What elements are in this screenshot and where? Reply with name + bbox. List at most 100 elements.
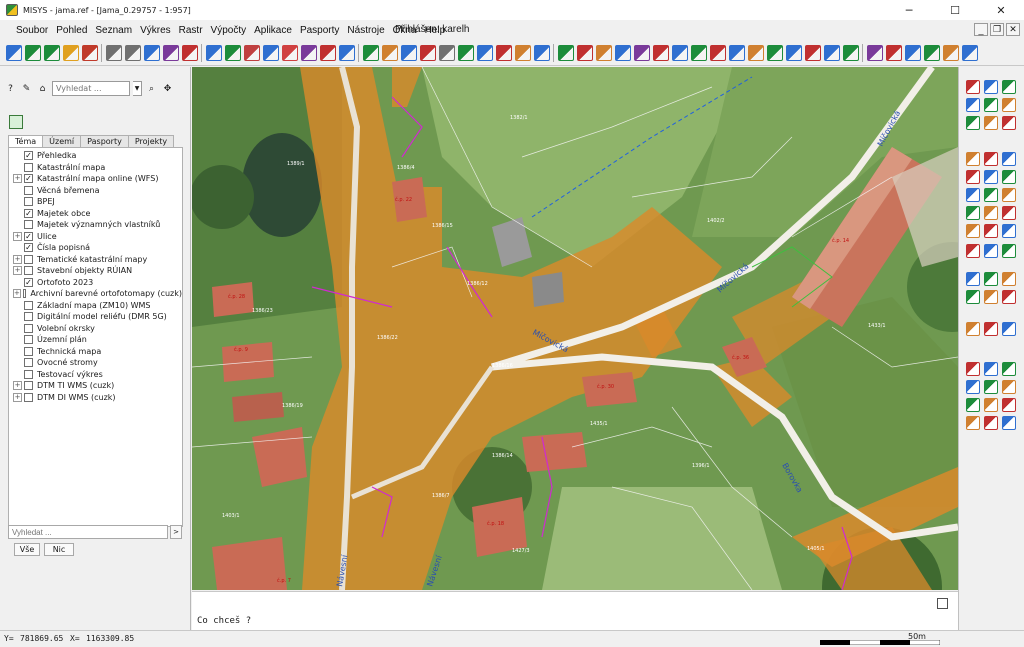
tool-icon[interactable] [966,80,980,94]
command-maximize-button[interactable] [937,598,948,609]
toolbar-icon[interactable] [615,45,631,61]
toolbar-icon[interactable] [477,45,493,61]
toolbar-icon[interactable] [244,45,260,61]
tool-icon[interactable] [984,188,998,202]
layer-row[interactable]: Testovací výkres [9,369,182,381]
toolbar-icon[interactable] [458,45,474,61]
toolbar-icon[interactable] [82,45,98,61]
tool-icon[interactable] [1002,272,1016,286]
tool-icon[interactable] [984,398,998,412]
layer-checkbox[interactable] [24,369,33,379]
expand-icon[interactable]: + [13,289,21,299]
toolbar-icon[interactable] [534,45,550,61]
toolbar-icon[interactable] [401,45,417,61]
toolbar-icon[interactable] [125,45,141,61]
layer-checkbox[interactable]: ✓ [24,174,33,184]
tool-icon[interactable] [966,170,980,184]
mdi-minimize-button[interactable]: _ [974,23,988,36]
map-view[interactable]: Míčovická Míčovická Míčovická Borovka Ná… [192,67,958,590]
toolbar-icon[interactable] [382,45,398,61]
toolbar-icon[interactable] [786,45,802,61]
tool-icon[interactable] [984,322,998,336]
toolbar-icon[interactable] [106,45,122,61]
layer-row[interactable]: + Tematické katastrální mapy [9,254,182,266]
tool-icon[interactable] [1002,170,1016,184]
layer-checkbox[interactable] [24,358,33,368]
toolbar-icon[interactable] [339,45,355,61]
tool-icon[interactable] [966,188,980,202]
tool-icon[interactable] [1002,290,1016,304]
tool-icon[interactable] [1002,206,1016,220]
expand-icon[interactable]: + [13,381,22,391]
tool-icon[interactable] [1002,152,1016,166]
tool-icon[interactable] [984,416,998,430]
toolbar-icon[interactable] [943,45,959,61]
toolbar-icon[interactable] [301,45,317,61]
command-prompt[interactable]: Co chceš ? [197,616,251,626]
layer-row[interactable]: ✓ Čísla popisná [9,242,182,254]
toolbar-icon[interactable] [6,45,22,61]
tool-icon[interactable] [984,116,998,130]
select-none-button[interactable]: Nic [44,543,74,556]
toolbar-icon[interactable] [496,45,512,61]
tool-icon[interactable] [984,80,998,94]
menu-vykres[interactable]: Výkres [136,25,175,36]
layer-row[interactable]: Věcná břemena [9,185,182,197]
tool-icon[interactable] [966,116,980,130]
menu-nastroje[interactable]: Nástroje [343,25,388,36]
tool-icon[interactable] [984,206,998,220]
tool-icon[interactable] [1002,224,1016,238]
menu-aplikace[interactable]: Aplikace [250,25,296,36]
tool-icon[interactable] [1002,116,1016,130]
tool-icon[interactable] [1002,362,1016,376]
menu-pasporty[interactable]: Pasporty [296,25,343,36]
toolbar-icon[interactable] [44,45,60,61]
layer-checkbox[interactable] [24,162,33,172]
expand-icon[interactable]: + [13,266,22,276]
tool-icon[interactable] [984,170,998,184]
toolbar-icon[interactable] [905,45,921,61]
toolbar-icon[interactable] [263,45,279,61]
toolbar-icon[interactable] [924,45,940,61]
toolbar-icon[interactable] [25,45,41,61]
tool-icon[interactable] [966,362,980,376]
toolbar-icon[interactable] [767,45,783,61]
layer-checkbox[interactable] [24,300,33,310]
tool-icon[interactable] [966,398,980,412]
layer-checkbox[interactable] [24,266,33,276]
toolbar-icon[interactable] [206,45,222,61]
layer-row[interactable]: ✓ Majetek obce [9,208,182,220]
tool-icon[interactable] [1002,416,1016,430]
toolbar-icon[interactable] [672,45,688,61]
tool-icon[interactable] [966,380,980,394]
help-icon[interactable]: ? [4,82,17,95]
toolbar-icon[interactable] [515,45,531,61]
toolbar-icon[interactable] [748,45,764,61]
layer-checkbox[interactable] [24,197,33,207]
layer-search-input[interactable] [52,81,130,96]
toolbar-icon[interactable] [420,45,436,61]
tool-icon[interactable] [1002,98,1016,112]
mdi-restore-button[interactable]: ❐ [990,23,1004,36]
toolbar-icon[interactable] [867,45,883,61]
layer-checkbox[interactable] [24,254,33,264]
layer-row[interactable]: Základní mapa (ZM10) WMS [9,300,182,312]
layer-row[interactable]: + Stavební objekty RÚIAN [9,265,182,277]
toolbar-icon[interactable] [320,45,336,61]
home-icon[interactable]: ⌂ [36,82,49,95]
layer-checkbox[interactable]: ✓ [24,243,33,253]
layer-checkbox[interactable]: ✓ [24,208,33,218]
toolbar-icon[interactable] [577,45,593,61]
toolbar-icon[interactable] [282,45,298,61]
bottom-search-button[interactable]: > [170,525,182,539]
toolbar-icon[interactable] [962,45,978,61]
toolbar-icon[interactable] [710,45,726,61]
toolbar-icon[interactable] [634,45,650,61]
map-layers-icon[interactable] [9,115,23,129]
toolbar-icon[interactable] [886,45,902,61]
layer-row[interactable]: + DTM DI WMS (cuzk) [9,392,182,404]
tool-icon[interactable] [966,322,980,336]
tool-icon[interactable] [966,272,980,286]
tool-icon[interactable] [984,380,998,394]
bottom-search-input[interactable] [8,525,168,539]
